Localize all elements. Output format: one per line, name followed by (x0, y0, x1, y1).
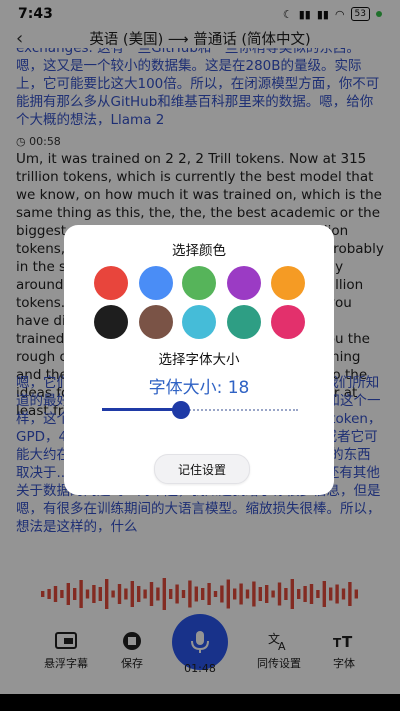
color-swatch-cyan[interactable] (182, 305, 216, 339)
color-swatch-red[interactable] (94, 266, 128, 300)
color-swatch-orange[interactable] (271, 266, 305, 300)
font-size-slider-fill (102, 408, 181, 411)
color-swatch-brown[interactable] (139, 305, 173, 339)
color-swatch-blue[interactable] (139, 266, 173, 300)
color-swatch-teal[interactable] (227, 305, 261, 339)
color-title: 选择颜色 (172, 243, 226, 259)
font-size-slider-thumb[interactable] (172, 401, 190, 419)
color-swatch-green[interactable] (182, 266, 216, 300)
color-swatch-pink[interactable] (271, 305, 305, 339)
font-size-value: 字体大小: 18 (148, 378, 250, 398)
style-settings-dialog: 选择颜色 选择字体大小 字体大小: 18 记住设置 (64, 225, 334, 495)
remember-settings-button[interactable]: 记住设置 (154, 454, 250, 484)
color-swatch-purple[interactable] (227, 266, 261, 300)
size-title: 选择字体大小 (158, 352, 240, 368)
color-swatch-black[interactable] (94, 305, 128, 339)
